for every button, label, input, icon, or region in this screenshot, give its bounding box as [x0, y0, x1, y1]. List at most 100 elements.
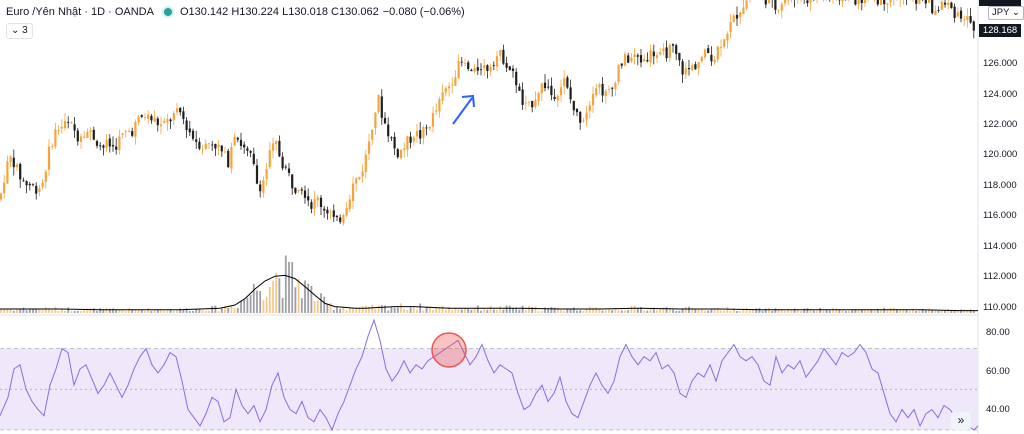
annotation-circle[interactable] — [431, 332, 467, 368]
candle-body — [367, 141, 371, 154]
volume-bar — [822, 310, 825, 313]
candle-body — [483, 65, 486, 69]
candle-body — [332, 210, 335, 217]
candle-body — [649, 50, 652, 63]
candle-body — [307, 196, 310, 201]
volume-bar — [208, 310, 210, 313]
rsi-band — [0, 348, 978, 431]
candle-body — [463, 62, 467, 64]
candle-body — [179, 107, 182, 113]
candle-body — [630, 57, 633, 62]
volume-bar — [419, 303, 422, 313]
candle-body — [588, 105, 591, 111]
candle-body — [271, 143, 275, 151]
candle-body — [399, 149, 403, 159]
candle-body — [502, 49, 505, 64]
volume-bar — [508, 305, 511, 313]
candle-body — [9, 156, 12, 163]
candle-body — [265, 168, 268, 180]
candle-body — [739, 12, 742, 18]
symbol-title[interactable]: Euro /Yên Nhật · 1D · OANDA — [6, 5, 154, 19]
candle-body — [723, 39, 726, 47]
volume-bar — [972, 310, 975, 313]
volume-bar — [163, 310, 166, 313]
volume-bar — [467, 308, 470, 313]
chart-canvas[interactable]: 126.000 124.000 122.000 120.000 118.000 … — [0, 0, 1024, 434]
volume-bar — [316, 300, 319, 313]
candle-body — [431, 113, 435, 127]
currency-selector[interactable]: JPY ⌄ — [988, 6, 1024, 20]
candle-body — [918, 0, 921, 4]
volume-bar — [371, 304, 374, 313]
volume-bar — [924, 310, 927, 313]
volume-bar — [3, 309, 6, 313]
volume-bar — [297, 278, 300, 313]
candle-body — [134, 122, 137, 137]
volume-bar — [96, 311, 98, 313]
scroll-to-realtime-button[interactable]: » — [951, 412, 971, 430]
candle-body — [767, 0, 771, 4]
candle-body — [211, 144, 214, 146]
volume-bar — [192, 311, 194, 313]
candle-body — [883, 0, 886, 5]
volume-bar — [758, 308, 761, 313]
volume-bar — [572, 307, 575, 313]
candle-body — [223, 151, 227, 153]
candle-body — [511, 68, 515, 71]
volume-bar — [492, 309, 495, 313]
volume-bar — [537, 311, 540, 313]
volume-bar — [320, 293, 322, 313]
candle-body — [531, 100, 534, 108]
volume-bar — [220, 308, 223, 313]
candle-body — [473, 67, 476, 72]
candle-body — [28, 183, 31, 186]
volume-bar — [560, 310, 562, 313]
candle-body — [63, 120, 67, 129]
indicators-toggle[interactable]: ⌄ 3 — [6, 23, 33, 39]
indicator-count: 3 — [22, 25, 28, 36]
volume-bar — [377, 305, 380, 313]
candle-body — [227, 150, 230, 168]
chevron-down-icon: ⌄ — [11, 25, 20, 36]
candle-body — [92, 129, 95, 140]
volume-bar — [348, 307, 351, 313]
volume-bar — [796, 310, 799, 313]
volume-bar — [800, 311, 802, 313]
candle-body — [457, 60, 460, 78]
candle-body — [931, 0, 934, 14]
candle-body — [585, 112, 588, 120]
volume-bar — [899, 310, 902, 313]
candle-body — [217, 144, 220, 148]
volume-bar — [278, 278, 281, 313]
candle-body — [300, 189, 303, 191]
volume-bar — [643, 310, 646, 313]
volume-bar — [864, 310, 866, 313]
candle-body — [371, 129, 374, 140]
volume-bar — [739, 311, 742, 313]
candle-body — [121, 133, 124, 135]
candle-body — [403, 148, 406, 151]
volume-bar — [768, 307, 770, 313]
candle-body — [467, 62, 470, 69]
volume-bar — [444, 309, 447, 313]
volume-bar — [505, 305, 508, 313]
candle-body — [620, 63, 623, 66]
candle-body — [60, 126, 63, 129]
candle-body — [668, 45, 671, 58]
annotation-arrow[interactable] — [452, 94, 475, 125]
volume-bar — [323, 296, 326, 313]
volume-bar — [790, 310, 793, 313]
candle-body — [182, 111, 185, 119]
volume-bar — [672, 309, 674, 313]
volume-bar — [617, 310, 620, 313]
volume-bar — [812, 310, 815, 313]
candle-body — [47, 146, 51, 170]
volume-bar — [723, 310, 726, 313]
candle-body — [425, 127, 428, 129]
volume-bar — [172, 311, 175, 313]
volume-bar — [38, 309, 41, 313]
volume-bar — [460, 309, 463, 313]
candle-body — [521, 89, 524, 105]
volume-bar — [70, 311, 73, 313]
volume-bar — [400, 303, 402, 313]
